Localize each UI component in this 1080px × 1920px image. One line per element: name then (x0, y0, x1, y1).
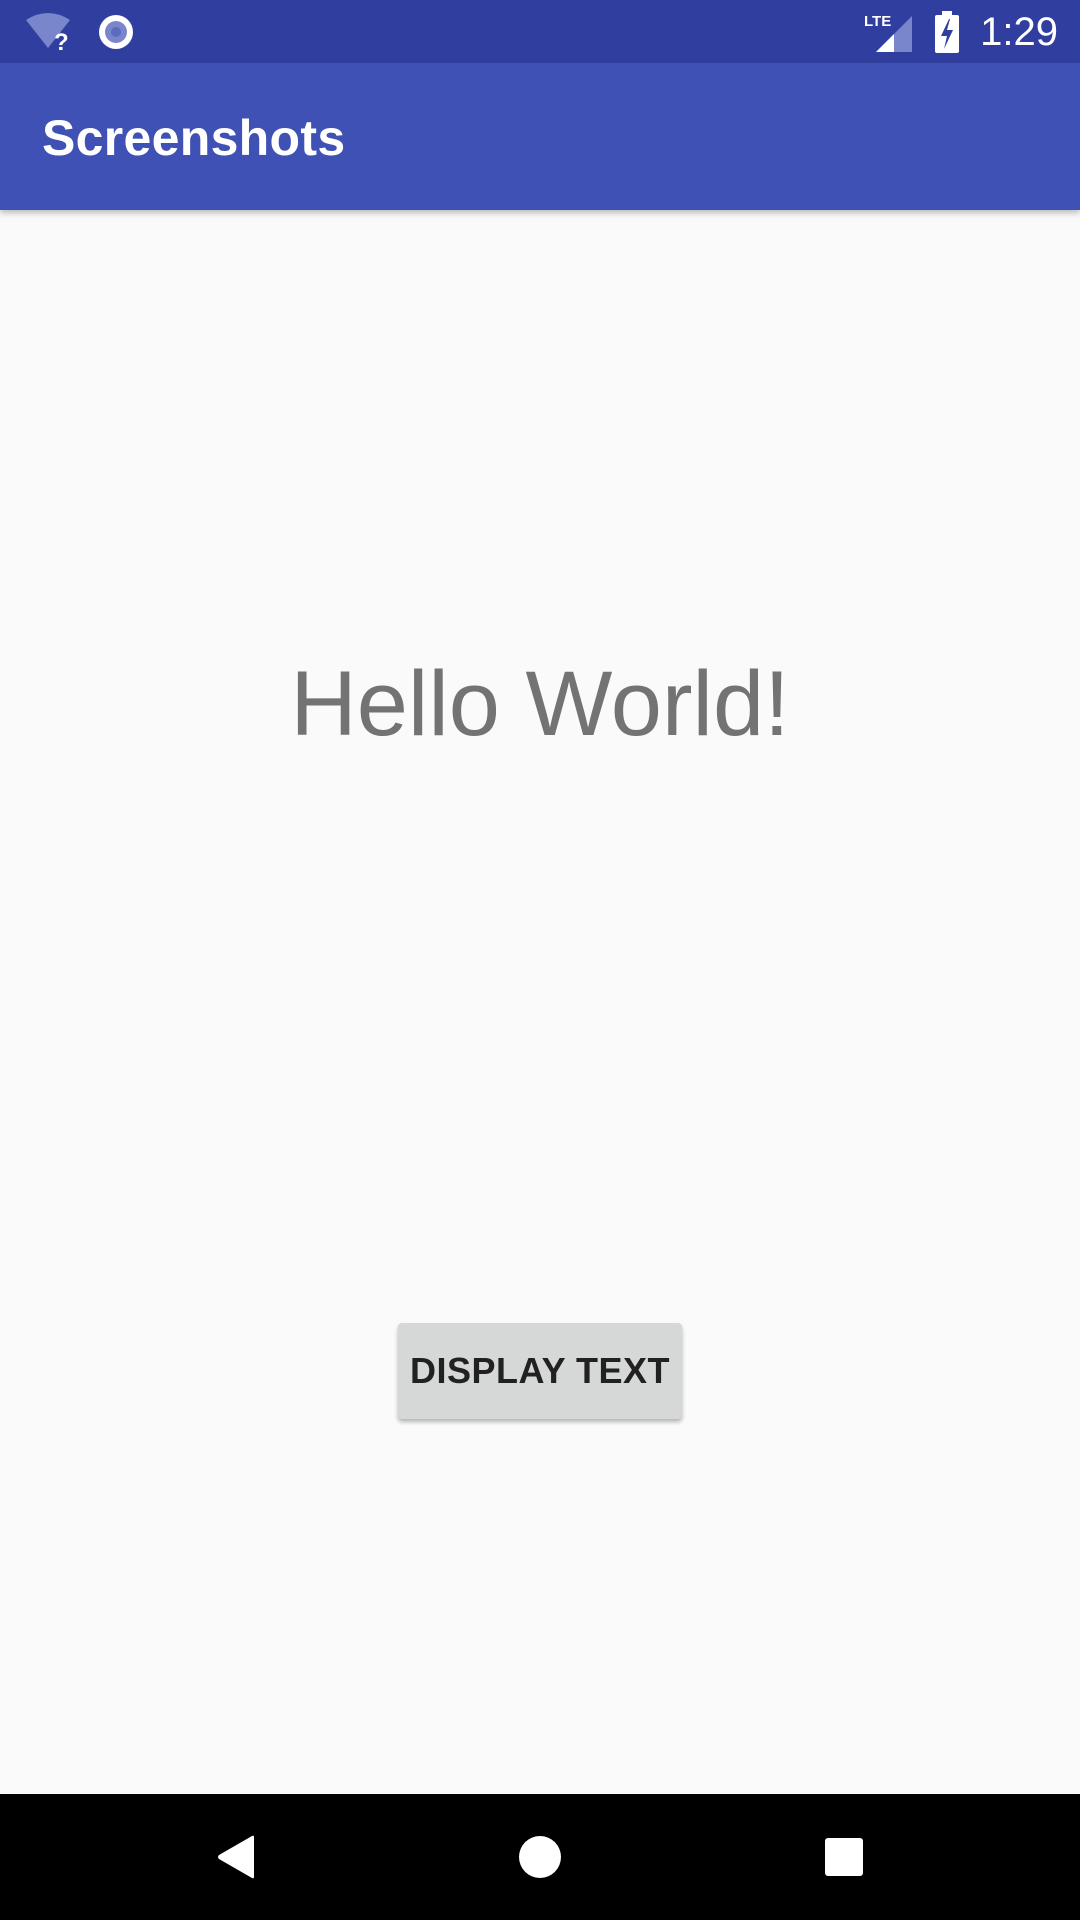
display-text-button[interactable]: DISPLAY TEXT (398, 1323, 682, 1419)
greeting-text: Hello World! (290, 653, 790, 755)
back-button[interactable] (156, 1794, 316, 1920)
status-bar: ? LTE 1:29 (0, 0, 1080, 63)
app-bar: Screenshots (0, 63, 1080, 210)
lte-label: LTE (864, 13, 891, 30)
main-content: Hello World! DISPLAY TEXT (0, 210, 1080, 1794)
home-button[interactable] (460, 1794, 620, 1920)
status-right-icons: LTE 1:29 (864, 6, 1058, 58)
battery-charging-icon (934, 11, 960, 53)
wifi-unknown-icon: ? (24, 12, 72, 56)
recents-icon (824, 1837, 864, 1877)
lte-signal-icon: LTE (864, 10, 914, 54)
home-icon (518, 1835, 562, 1879)
back-icon (214, 1833, 258, 1881)
status-time: 1:29 (980, 10, 1058, 54)
app-title: Screenshots (42, 110, 346, 166)
screen: ? LTE 1:29 Screenshots Hello World! DISP… (0, 0, 1080, 1920)
sync-circle-icon (96, 12, 136, 52)
svg-text:?: ? (54, 29, 69, 52)
navigation-bar (0, 1794, 1080, 1920)
status-left-icons: ? (24, 10, 136, 56)
recents-button[interactable] (764, 1794, 924, 1920)
